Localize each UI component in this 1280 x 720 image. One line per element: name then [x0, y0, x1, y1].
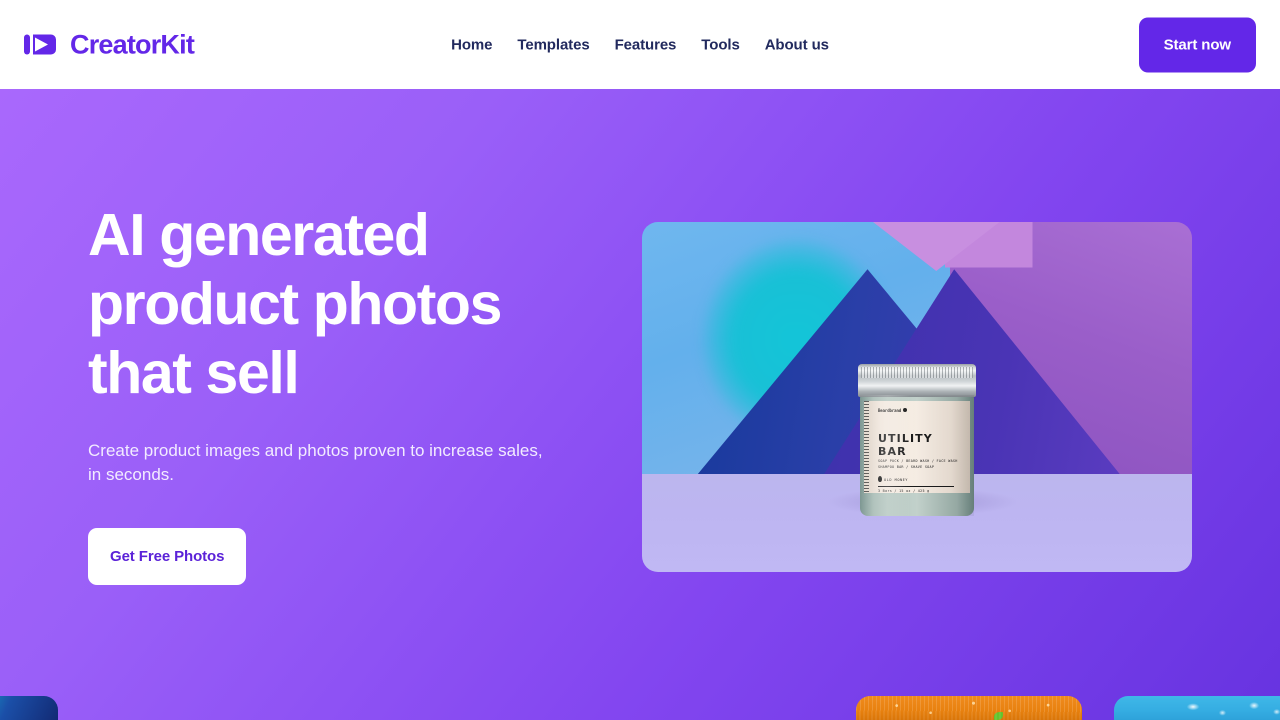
hero-product-image: Beardbrand UTILITY BAR SOAP PUCK / BEARD…: [642, 222, 1192, 572]
product-jar: Beardbrand UTILITY BAR SOAP PUCK / BEARD…: [858, 364, 976, 516]
brand-name: CreatorKit: [70, 29, 195, 59]
jar-label-title-line1: UTILITY: [878, 432, 933, 445]
jar-label-barcode-strip: [864, 401, 869, 493]
site-header: CreatorKit Home Templates Features Tools…: [0, 0, 1280, 89]
hero-copy: AI generated product photos that sell Cr…: [88, 201, 558, 585]
carousel-card-teal-blue[interactable]: [0, 696, 58, 720]
jar-label-title-line2: BAR: [878, 445, 907, 458]
carousel-card-sky-blue[interactable]: [1114, 696, 1280, 720]
start-now-button[interactable]: Start now: [1138, 17, 1256, 72]
carousel-card-orange[interactable]: [856, 696, 1082, 720]
jar-label-desc-line1: SOAP PUCK / BEARD WASH / FACE WASH: [878, 459, 958, 463]
jar-label-brand-dot-icon: [903, 408, 907, 412]
jar-lid-ridges: [861, 367, 973, 378]
hero-subtitle: Create product images and photos proven …: [88, 441, 543, 484]
nav-item-features[interactable]: Features: [615, 36, 677, 53]
hero-title: AI generated product photos that sell: [88, 202, 502, 406]
jar-label-desc-line2: SHAMPOO BAR / SHAVE SOAP: [878, 465, 935, 469]
nav-item-templates[interactable]: Templates: [517, 36, 589, 53]
jar-label-spec: 3 Bars / 15 oz / 425 g: [878, 489, 930, 493]
main-nav: Home Templates Features Tools About us: [451, 36, 829, 53]
video-play-logo-icon: [24, 32, 58, 58]
jar-label-scent: OLD MONEY: [884, 478, 908, 482]
nav-item-home[interactable]: Home: [451, 36, 492, 53]
jar-label-scent-icon: [878, 476, 882, 482]
leaf-icon: [993, 712, 1003, 720]
nav-item-about-us[interactable]: About us: [765, 36, 829, 53]
template-carousel-strip: [0, 696, 1280, 720]
product-scene: Beardbrand UTILITY BAR SOAP PUCK / BEARD…: [642, 222, 1192, 572]
jar-label-divider: [878, 486, 954, 487]
hero-section: AI generated product photos that sell Cr…: [0, 89, 1280, 720]
get-free-photos-button[interactable]: Get Free Photos: [88, 528, 247, 585]
jar-label-brand: Beardbrand: [878, 408, 902, 413]
jar-lid: [858, 364, 976, 397]
nav-item-tools[interactable]: Tools: [701, 36, 739, 53]
brand-logo[interactable]: CreatorKit: [24, 29, 195, 59]
